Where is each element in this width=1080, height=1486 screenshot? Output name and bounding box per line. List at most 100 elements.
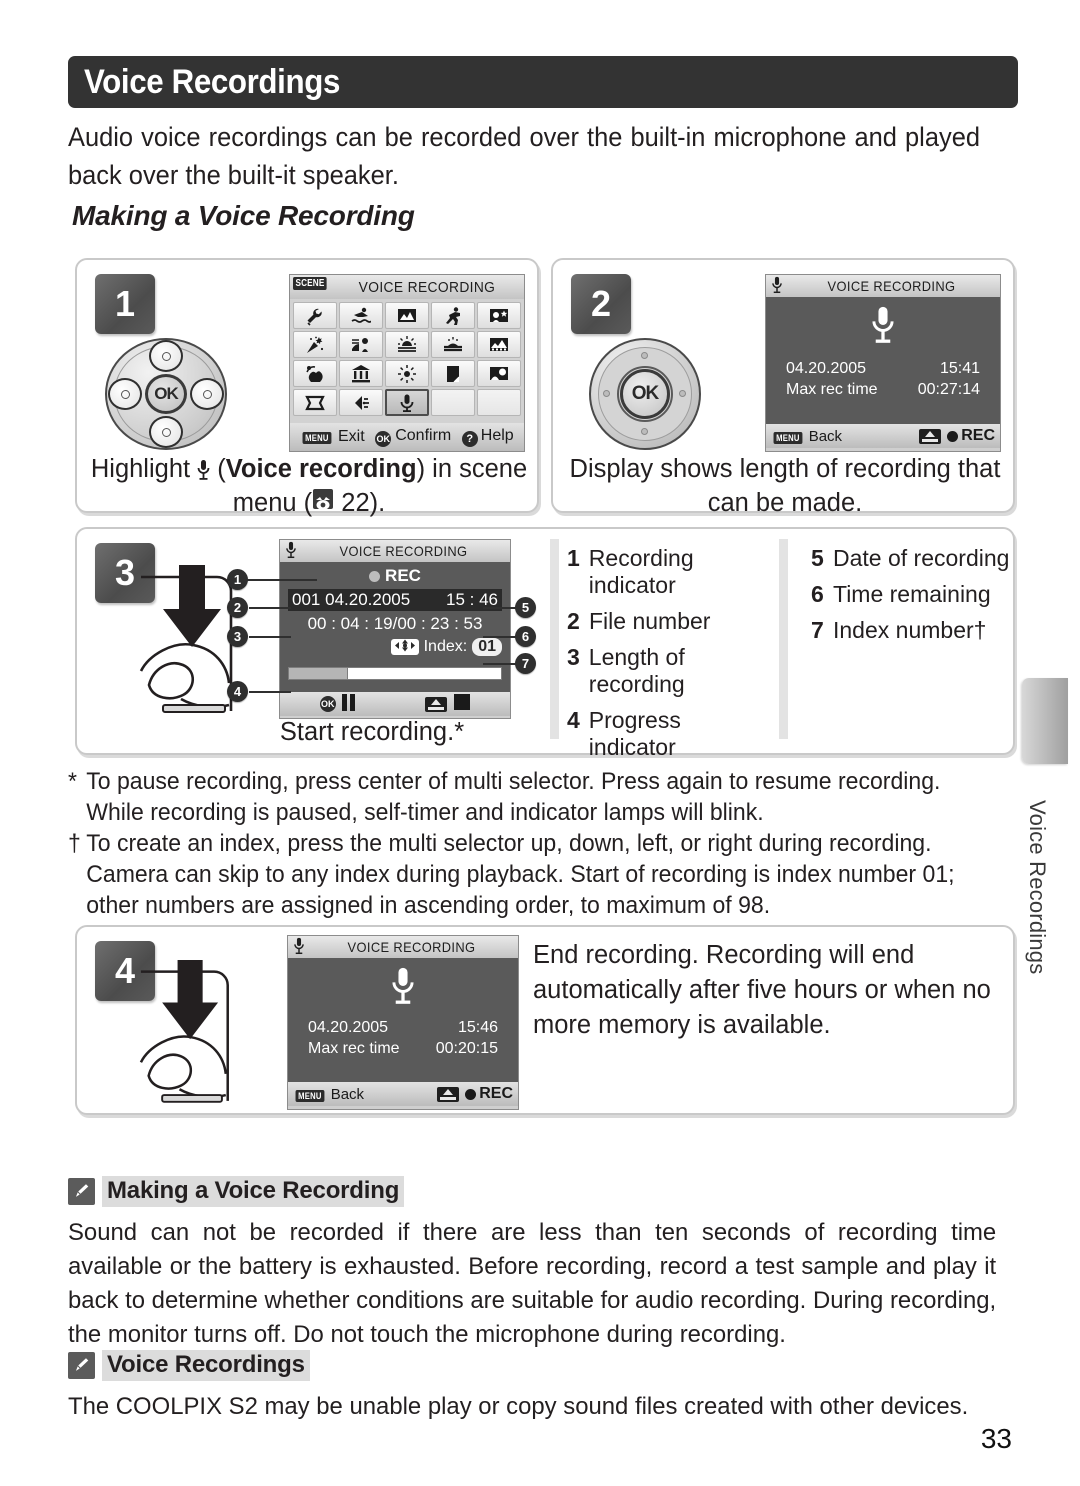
step-2-lcd-screen: VOICE RECORDING 04.20.2005 15:41 Max rec… — [765, 274, 1001, 452]
scene-cell-wrench-icon[interactable] — [293, 302, 337, 329]
dusk-dawn-icon — [444, 336, 462, 351]
scene-cell-night-portrait-icon[interactable] — [339, 331, 383, 358]
section-subheading: Making a Voice Recording — [72, 200, 415, 231]
scene-cell-dusk-dawn-icon[interactable] — [431, 331, 475, 358]
scene-cell-close-up-icon[interactable] — [293, 360, 337, 387]
lcd-title: VOICE RECORDING — [827, 278, 956, 294]
step-1-caption-a: Highlight — [90, 455, 198, 483]
lcd-date: 04.20.2005 — [308, 1019, 389, 1036]
panorama-icon — [305, 395, 325, 410]
dial-dot-left — [603, 390, 610, 397]
dial-ok-button[interactable]: OK — [617, 366, 673, 422]
lcd-title: VOICE RECORDING — [358, 278, 496, 296]
scene-cell-sunset-icon[interactable] — [385, 331, 429, 358]
scene-cell-landscape-icon[interactable] — [385, 302, 429, 329]
dial-dot-right — [679, 390, 686, 397]
lcd-back-action[interactable]: MENU Back — [293, 1086, 364, 1103]
callout-7: 7 — [515, 653, 536, 674]
lcd-rec-action[interactable]: REC — [437, 1085, 513, 1103]
lcd-help-label: Help — [480, 427, 514, 444]
lcd-max-rec-value: 00:27:14 — [917, 381, 980, 398]
multi-selector-icon — [390, 639, 419, 655]
footnotes-block: * To pause recording, press center of mul… — [68, 766, 982, 921]
lcd-exit-action[interactable]: MENU Exit — [300, 428, 365, 446]
scene-cell-copy-icon[interactable] — [431, 360, 475, 387]
lcd-max-rec-value: 00:20:15 — [435, 1040, 498, 1057]
scene-cell-swimmer-icon[interactable] — [339, 302, 383, 329]
note-2-heading: Voice Recordings — [68, 1350, 310, 1381]
lcd-body: REC 001 04.20.2005 15 : 46 00 : 04 : 19/… — [280, 562, 510, 692]
scene-cell-fireworks-icon[interactable] — [385, 360, 429, 387]
dpad-down-button[interactable] — [149, 416, 183, 448]
pencil-note-icon — [68, 1178, 95, 1205]
multi-selector-dial[interactable]: OK — [589, 338, 701, 450]
stop-action[interactable] — [425, 694, 471, 714]
scene-cell-panorama-icon[interactable] — [293, 389, 337, 416]
scene-cell-empty — [477, 389, 521, 416]
note-2-title: Voice Recordings — [102, 1350, 310, 1381]
legend-label: Index number† — [833, 617, 987, 643]
copy-icon — [447, 365, 460, 382]
leader-1 — [239, 579, 317, 581]
legend-label: Time remaining — [833, 581, 991, 607]
legend-item-2: 2 File number — [567, 608, 767, 635]
lcd-body: 04.20.2005 15:46 Max rec time 00:20:15 — [288, 958, 518, 1082]
night-portrait-icon — [352, 337, 368, 352]
lcd-help-action[interactable]: ? Help — [461, 427, 514, 447]
scene-cell-night-landscape-icon[interactable] — [477, 331, 521, 358]
max-rec-time-row: Max rec time 00:20:15 — [288, 1037, 518, 1058]
lcd-exit-label: Exit — [337, 428, 365, 445]
scene-cell-party-icon[interactable] — [293, 331, 337, 358]
lcd-back-action[interactable]: MENU Back — [771, 428, 842, 445]
legend-item-4: 4 Progress indicator — [567, 707, 767, 761]
microphone-icon — [771, 276, 783, 297]
recording-date-row: 04.20.2005 15:46 — [288, 1011, 518, 1037]
step-1-caption: Highlight (Voice recording) in scene men… — [85, 452, 533, 520]
museum-icon — [352, 364, 370, 382]
pencil-note-icon — [68, 1352, 95, 1379]
index-label: Index: — [423, 638, 468, 655]
scene-cell-portrait-star-icon[interactable] — [477, 302, 521, 329]
multi-selector-dpad[interactable]: OK — [105, 338, 227, 450]
scene-cell-sports-icon[interactable] — [339, 389, 383, 416]
step-3-lcd-screen: VOICE RECORDING REC 001 04.20.2005 15 : … — [279, 539, 511, 719]
rec-label: REC — [479, 1085, 513, 1102]
scene-cell-museum-icon[interactable] — [339, 360, 383, 387]
manual-page: Voice Recordings Audio voice recordings … — [0, 0, 1080, 1486]
scene-cell-runner-icon[interactable] — [431, 302, 475, 329]
leader-3 — [249, 636, 291, 638]
ok-chip-icon: OK — [375, 431, 392, 447]
dpad-left-button[interactable] — [108, 378, 142, 410]
step-2-caption: Display shows length of recording that c… — [569, 455, 1001, 517]
callout-6: 6 — [515, 626, 536, 647]
ok-chip-icon: OK — [319, 696, 336, 712]
scene-cell-voice-recording-icon[interactable] — [385, 389, 429, 416]
runner-icon — [446, 306, 460, 325]
step-1-caption-bold: Voice recording — [225, 455, 417, 483]
note-1-body: Sound can not be recorded if there are l… — [68, 1219, 997, 1348]
dpad-up-button[interactable] — [149, 340, 183, 372]
large-microphone-icon — [288, 966, 518, 1011]
menu-chip-icon: MENU — [773, 431, 803, 444]
rec-label: REC — [961, 427, 995, 444]
dpad-right-button[interactable] — [190, 378, 224, 410]
night-landscape-icon — [490, 337, 508, 351]
dpad-ok-button[interactable]: OK — [145, 374, 187, 414]
scene-menu-grid[interactable] — [290, 299, 524, 419]
legend-number: 7 — [811, 617, 824, 643]
sunset-icon — [398, 335, 416, 352]
page-title-bar: Voice Recordings — [68, 56, 1018, 108]
lcd-max-rec-label: Max rec time — [786, 381, 878, 398]
scene-cell-backlight-icon[interactable] — [477, 360, 521, 387]
note-1-heading: Making a Voice Recording — [68, 1176, 405, 1207]
lcd-rec-action[interactable]: REC — [919, 427, 995, 445]
callout-legend: 1 Recording indicator 2 File number 3 Length … — [567, 545, 1021, 761]
pause-action[interactable]: OK — [319, 693, 356, 715]
progress-indicator — [288, 666, 502, 680]
wrench-icon — [307, 308, 322, 326]
lcd-footer-bar: MENU Back REC — [766, 424, 1000, 448]
dial-dot-down — [641, 428, 648, 435]
lcd-confirm-action[interactable]: OK Confirm — [375, 427, 451, 447]
leader-4 — [249, 691, 291, 693]
help-chip-icon: ? — [461, 431, 478, 447]
